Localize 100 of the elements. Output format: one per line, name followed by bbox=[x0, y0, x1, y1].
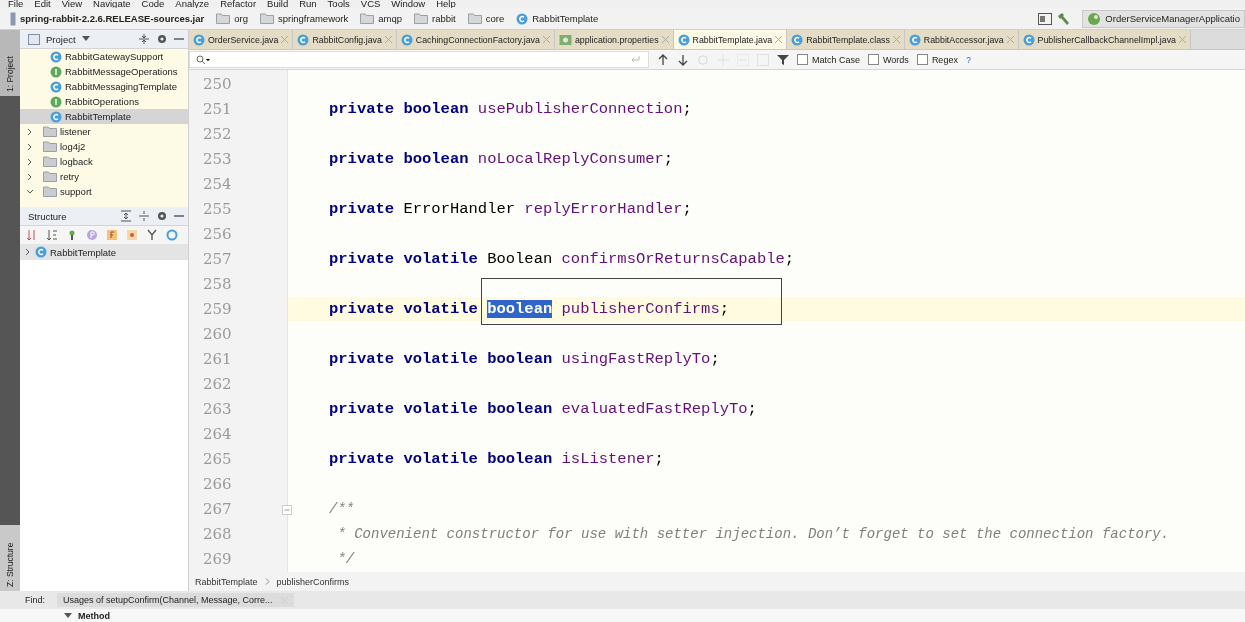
find-tab[interactable]: Usages of setupConfirm(Channel, Message, Corre... bbox=[57, 593, 294, 607]
line-number: 265 bbox=[202, 449, 233, 470]
tool-window-tab[interactable]: 1: Project bbox=[0, 30, 20, 96]
sort-icon[interactable] bbox=[26, 229, 38, 241]
circle-icon[interactable] bbox=[166, 229, 178, 241]
line-number: 250 bbox=[202, 74, 233, 95]
code-line: * Convenient constructor for use with setter injection. Don’t forget to set the connection factory. bbox=[336, 525, 1170, 544]
class-icon bbox=[50, 50, 62, 63]
panel-title[interactable]: Structure bbox=[28, 210, 67, 222]
nav-crumb[interactable]: springframework bbox=[278, 13, 349, 24]
close-icon bbox=[542, 36, 550, 43]
checkbox-option[interactable]: Words bbox=[868, 54, 909, 65]
line-number: 256 bbox=[202, 224, 233, 245]
line-number: 266 bbox=[202, 474, 233, 495]
tree-item[interactable]: support bbox=[20, 184, 188, 199]
line-number: 267 bbox=[202, 499, 233, 520]
sort-alpha-icon[interactable] bbox=[46, 229, 58, 241]
checkbox-option[interactable]: Match Case bbox=[797, 54, 861, 65]
search-icon bbox=[196, 54, 210, 65]
tool-window-tab[interactable]: Z: Structure bbox=[0, 525, 20, 591]
editor-tab[interactable]: PublisherCallbackChannelImpl.java bbox=[1018, 30, 1191, 49]
code-line: private ErrorHandler replyErrorHandler; bbox=[329, 199, 692, 220]
line-number: 262 bbox=[202, 374, 233, 395]
menu-item[interactable]: Edit bbox=[34, 0, 51, 8]
tree-item[interactable]: RabbitGatewaySupport bbox=[20, 49, 188, 64]
editor-tab[interactable]: OrderService.java bbox=[189, 30, 294, 49]
tree-item[interactable]: logback bbox=[20, 154, 188, 169]
line-number: 257 bbox=[202, 249, 233, 270]
menu-item[interactable]: Window bbox=[391, 0, 426, 8]
line-number: 253 bbox=[202, 149, 233, 170]
menu-item[interactable]: Build bbox=[267, 0, 289, 8]
line-number: 252 bbox=[202, 124, 233, 145]
interface-icon bbox=[50, 95, 62, 108]
dropdown-icon bbox=[81, 36, 90, 42]
class-icon bbox=[193, 33, 205, 46]
tree-item[interactable]: RabbitTemplate bbox=[20, 244, 188, 260]
menu-item[interactable]: Code bbox=[141, 0, 165, 8]
tree-item[interactable]: retry bbox=[20, 169, 188, 184]
class-icon bbox=[400, 33, 413, 46]
layout-icon bbox=[1038, 12, 1053, 25]
class-icon bbox=[516, 12, 529, 25]
fork-icon[interactable] bbox=[146, 229, 158, 241]
breadcrumb[interactable]: publisherConfirms bbox=[276, 576, 350, 587]
menu-item[interactable]: Run bbox=[299, 0, 317, 8]
line-number: 263 bbox=[202, 399, 233, 420]
tree-item[interactable]: RabbitMessageOperations bbox=[20, 64, 188, 79]
folder-icon bbox=[413, 13, 428, 24]
code-line: private volatile boolean isListener; bbox=[329, 449, 664, 470]
checkbox-option[interactable]: Regex bbox=[916, 54, 958, 65]
tree-item[interactable]: RabbitMessagingTemplate bbox=[20, 79, 188, 94]
tree-node[interactable]: Method bbox=[78, 610, 110, 622]
editor-tab[interactable]: RabbitTemplate.class bbox=[787, 30, 905, 49]
settings-icon bbox=[156, 33, 168, 45]
line-number: 264 bbox=[202, 424, 233, 445]
folder-icon bbox=[43, 141, 57, 152]
nav-crumb[interactable]: RabbitTemplate bbox=[532, 13, 599, 24]
code-line: /** bbox=[329, 500, 355, 519]
collapse-icon bbox=[138, 210, 150, 222]
menu-item[interactable]: File bbox=[8, 0, 24, 8]
line-number: 268 bbox=[202, 524, 233, 545]
chevron-right-icon bbox=[264, 578, 270, 585]
editor-tab[interactable]: application.properties bbox=[554, 30, 674, 49]
menu-item[interactable]: VCS bbox=[360, 0, 381, 8]
class-icon bbox=[791, 33, 804, 46]
tree-item[interactable]: RabbitOperations bbox=[20, 94, 188, 109]
close-icon bbox=[661, 36, 669, 43]
nav-crumb[interactable]: spring-rabbit-2.2.6.RELEASE-sources.jar bbox=[20, 13, 205, 24]
help-link[interactable]: ? bbox=[965, 54, 971, 65]
folder-icon bbox=[360, 13, 375, 24]
code-line: */ bbox=[336, 550, 355, 569]
editor-tab[interactable]: CachingConnectionFactory.java bbox=[396, 30, 555, 49]
folder-icon bbox=[467, 13, 482, 24]
tree-item[interactable]: RabbitTemplate bbox=[20, 109, 188, 124]
tree-item[interactable]: listener bbox=[20, 124, 188, 139]
nav-crumb[interactable]: amqp bbox=[378, 13, 402, 24]
editor-tab[interactable]: RabbitConfig.java bbox=[293, 30, 397, 49]
nav-crumb[interactable]: rabbit bbox=[431, 13, 456, 24]
nav-crumb[interactable]: core bbox=[485, 13, 505, 24]
line-number: 269 bbox=[202, 549, 233, 570]
folder-icon bbox=[43, 156, 57, 167]
panel-title[interactable]: Project bbox=[46, 33, 76, 45]
run-configuration[interactable]: OrderServiceManagerApplicatio bbox=[1082, 9, 1245, 28]
editor-tab[interactable]: RabbitAccessor.java bbox=[904, 30, 1019, 49]
code-line: private volatile Boolean confirmsOrReturnsCapable; bbox=[329, 249, 795, 270]
menu-item[interactable]: Refactor bbox=[220, 0, 257, 8]
editor-tab[interactable]: RabbitTemplate.java bbox=[673, 30, 788, 49]
class-icon bbox=[50, 80, 62, 93]
menu-item[interactable]: View bbox=[61, 0, 83, 8]
search-field[interactable] bbox=[189, 51, 649, 68]
breadcrumb[interactable]: RabbitTemplate bbox=[195, 576, 258, 587]
code-line: private volatile boolean usingFastReplyTo; bbox=[329, 349, 720, 370]
code-line: private volatile boolean publisherConfirms; bbox=[329, 299, 729, 320]
newline-icon bbox=[630, 55, 640, 64]
collapse-icon bbox=[138, 33, 150, 45]
menu-item[interactable]: Tools bbox=[327, 0, 350, 8]
nav-crumb[interactable]: org bbox=[234, 13, 248, 24]
line-number: 259 bbox=[202, 299, 233, 320]
arrow-down-icon bbox=[677, 53, 689, 66]
tree-item[interactable]: log4j2 bbox=[20, 139, 188, 154]
close-icon bbox=[281, 36, 289, 43]
